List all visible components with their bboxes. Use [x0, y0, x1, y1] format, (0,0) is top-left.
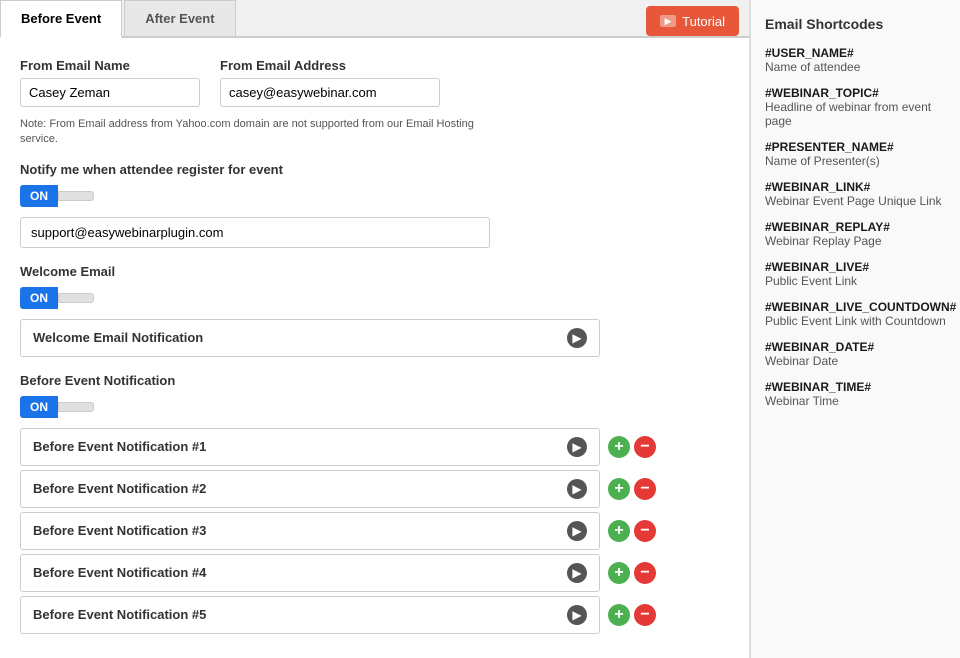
tab-after-event[interactable]: After Event: [124, 0, 235, 36]
shortcode-key-8: #WEBINAR_TIME#: [765, 380, 946, 394]
notif-arrow-5: ▶: [567, 605, 587, 625]
notify-title: Notify me when attendee register for eve…: [20, 162, 729, 177]
before-toggle-off[interactable]: [58, 402, 94, 412]
shortcode-key-7: #WEBINAR_DATE#: [765, 340, 946, 354]
notif-label-2: Before Event Notification #2: [33, 481, 206, 496]
shortcode-item-4: #WEBINAR_REPLAY# Webinar Replay Page: [765, 220, 946, 248]
shortcode-desc-0: Name of attendee: [765, 60, 946, 74]
notif-add-2[interactable]: +: [608, 478, 630, 500]
shortcode-item-1: #WEBINAR_TOPIC# Headline of webinar from…: [765, 86, 946, 128]
shortcode-item-8: #WEBINAR_TIME# Webinar Time: [765, 380, 946, 408]
from-email-address-label: From Email Address: [220, 58, 440, 73]
shortcode-key-2: #PRESENTER_NAME#: [765, 140, 946, 154]
notify-toggle-off[interactable]: [58, 191, 94, 201]
shortcode-key-1: #WEBINAR_TOPIC#: [765, 86, 946, 100]
notif-bar-4[interactable]: Before Event Notification #4 ▶: [20, 554, 600, 592]
notif-actions-1: + −: [608, 436, 656, 458]
welcome-toggle-on[interactable]: ON: [20, 287, 58, 309]
from-email-row: From Email Name From Email Address: [20, 58, 729, 107]
main-content: From Email Name From Email Address Note:…: [0, 38, 749, 658]
shortcodes-list: #USER_NAME# Name of attendee #WEBINAR_TO…: [765, 46, 946, 408]
welcome-notif-label: Welcome Email Notification: [33, 330, 203, 345]
shortcode-desc-5: Public Event Link: [765, 274, 946, 288]
before-toggle-on[interactable]: ON: [20, 396, 58, 418]
shortcode-desc-2: Name of Presenter(s): [765, 154, 946, 168]
shortcode-item-3: #WEBINAR_LINK# Webinar Event Page Unique…: [765, 180, 946, 208]
notifications-list: Before Event Notification #1 ▶ + − Befor…: [20, 428, 729, 634]
notif-label-1: Before Event Notification #1: [33, 439, 206, 454]
notif-label-4: Before Event Notification #4: [33, 565, 206, 580]
before-toggle: ON: [20, 396, 729, 418]
from-email-address-group: From Email Address: [220, 58, 440, 107]
shortcode-desc-6: Public Event Link with Countdown: [765, 314, 946, 328]
notif-add-4[interactable]: +: [608, 562, 630, 584]
welcome-email-title: Welcome Email: [20, 264, 729, 279]
welcome-toggle-off[interactable]: [58, 293, 94, 303]
shortcode-item-5: #WEBINAR_LIVE# Public Event Link: [765, 260, 946, 288]
notif-row-4: Before Event Notification #4 ▶ + −: [20, 554, 729, 592]
shortcode-item-0: #USER_NAME# Name of attendee: [765, 46, 946, 74]
notif-row-3: Before Event Notification #3 ▶ + −: [20, 512, 729, 550]
shortcode-key-6: #WEBINAR_LIVE_COUNTDOWN#: [765, 300, 946, 314]
from-email-address-input[interactable]: [220, 78, 440, 107]
notif-label-5: Before Event Notification #5: [33, 607, 206, 622]
shortcode-desc-8: Webinar Time: [765, 394, 946, 408]
shortcode-item-7: #WEBINAR_DATE# Webinar Date: [765, 340, 946, 368]
notif-add-3[interactable]: +: [608, 520, 630, 542]
shortcode-item-6: #WEBINAR_LIVE_COUNTDOWN# Public Event Li…: [765, 300, 946, 328]
notif-row-2: Before Event Notification #2 ▶ + −: [20, 470, 729, 508]
notif-label-3: Before Event Notification #3: [33, 523, 206, 538]
shortcode-key-5: #WEBINAR_LIVE#: [765, 260, 946, 274]
notif-arrow-4: ▶: [567, 563, 587, 583]
notif-row-1: Before Event Notification #1 ▶ + −: [20, 428, 729, 466]
notif-bar-2[interactable]: Before Event Notification #2 ▶: [20, 470, 600, 508]
notif-actions-5: + −: [608, 604, 656, 626]
shortcode-desc-1: Headline of webinar from event page: [765, 100, 946, 128]
notif-bar-5[interactable]: Before Event Notification #5 ▶: [20, 596, 600, 634]
tutorial-button[interactable]: ▶ Tutorial: [646, 6, 739, 36]
welcome-notif-arrow: ▶: [567, 328, 587, 348]
notif-add-1[interactable]: +: [608, 436, 630, 458]
shortcode-key-0: #USER_NAME#: [765, 46, 946, 60]
notif-remove-1[interactable]: −: [634, 436, 656, 458]
notify-toggle: ON: [20, 185, 729, 207]
shortcodes-title: Email Shortcodes: [765, 16, 946, 32]
notif-arrow-3: ▶: [567, 521, 587, 541]
notif-arrow-1: ▶: [567, 437, 587, 457]
notif-bar-3[interactable]: Before Event Notification #3 ▶: [20, 512, 600, 550]
notif-remove-5[interactable]: −: [634, 604, 656, 626]
from-email-name-label: From Email Name: [20, 58, 200, 73]
tabs-bar: Before Event After Event ▶ Tutorial: [0, 0, 749, 38]
video-icon: ▶: [660, 15, 676, 27]
shortcode-desc-7: Webinar Date: [765, 354, 946, 368]
notif-bar-1[interactable]: Before Event Notification #1 ▶: [20, 428, 600, 466]
tab-before-event[interactable]: Before Event: [0, 0, 122, 38]
notif-arrow-2: ▶: [567, 479, 587, 499]
notif-remove-2[interactable]: −: [634, 478, 656, 500]
welcome-notif-row: Welcome Email Notification ▶: [20, 319, 729, 357]
shortcode-desc-3: Webinar Event Page Unique Link: [765, 194, 946, 208]
welcome-notif-bar[interactable]: Welcome Email Notification ▶: [20, 319, 600, 357]
before-event-title: Before Event Notification: [20, 373, 729, 388]
shortcode-item-2: #PRESENTER_NAME# Name of Presenter(s): [765, 140, 946, 168]
welcome-toggle: ON: [20, 287, 729, 309]
shortcode-key-3: #WEBINAR_LINK#: [765, 180, 946, 194]
notif-add-5[interactable]: +: [608, 604, 630, 626]
from-email-name-input[interactable]: [20, 78, 200, 107]
right-panel: Email Shortcodes #USER_NAME# Name of att…: [750, 0, 960, 658]
notify-email-input[interactable]: [20, 217, 490, 248]
from-email-name-group: From Email Name: [20, 58, 200, 107]
notify-toggle-on[interactable]: ON: [20, 185, 58, 207]
shortcode-desc-4: Webinar Replay Page: [765, 234, 946, 248]
notif-actions-4: + −: [608, 562, 656, 584]
notif-remove-3[interactable]: −: [634, 520, 656, 542]
shortcode-key-4: #WEBINAR_REPLAY#: [765, 220, 946, 234]
notif-remove-4[interactable]: −: [634, 562, 656, 584]
notif-actions-3: + −: [608, 520, 656, 542]
email-note: Note: From Email address from Yahoo.com …: [20, 117, 480, 148]
notif-actions-2: + −: [608, 478, 656, 500]
notif-row-5: Before Event Notification #5 ▶ + −: [20, 596, 729, 634]
